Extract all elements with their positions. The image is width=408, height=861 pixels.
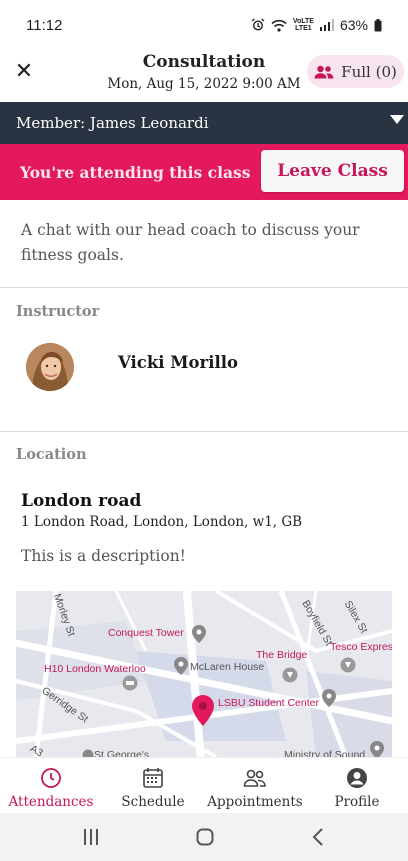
- system-nav-bar: [0, 813, 408, 861]
- map-marker-icon: [322, 689, 336, 707]
- profile-icon: [347, 768, 367, 788]
- network-type: VoLTE LTE1: [292, 18, 314, 32]
- back-icon[interactable]: [312, 828, 324, 846]
- nav-profile[interactable]: Profile: [306, 758, 408, 813]
- location-pin-icon: [192, 695, 214, 726]
- alarm-icon: [251, 18, 265, 31]
- map-label: LSBU Student Center: [218, 697, 319, 709]
- close-icon: ✕: [14, 59, 34, 84]
- leave-class-button[interactable]: Leave Class: [261, 150, 404, 192]
- close-button[interactable]: ✕: [12, 60, 36, 84]
- divider: [0, 431, 408, 432]
- clock-icon: [41, 768, 61, 788]
- attendance-status: You're attending this class: [20, 162, 251, 182]
- map-label: Ministry of Sound: [284, 749, 366, 757]
- member-selector[interactable]: Member: James Leonardi: [0, 102, 408, 144]
- map-label: Conquest Tower: [108, 627, 184, 639]
- poi-marker-icon: [340, 657, 356, 673]
- location-address: 1 London Road, London, London, w1, GB: [21, 514, 303, 530]
- bottom-nav: Attendances Schedule Appointments Profil…: [0, 757, 408, 813]
- capacity-badge[interactable]: Full (0): [307, 55, 404, 88]
- recent-apps-icon[interactable]: [83, 828, 99, 846]
- instructor-section-label: Instructor: [16, 303, 100, 320]
- status-time: 11:12: [26, 16, 63, 34]
- map-label: The Bridge: [256, 649, 308, 661]
- nav-attendances[interactable]: Attendances: [0, 758, 102, 813]
- class-description: A chat with our head coach to discuss yo…: [21, 221, 360, 264]
- map-label: McLaren House: [190, 661, 265, 673]
- location-description: This is a description!: [21, 547, 186, 565]
- map-label: Tesco Expres: [330, 641, 392, 653]
- signal-icon: [319, 19, 334, 31]
- map-marker-icon: [82, 749, 94, 757]
- home-icon[interactable]: [196, 828, 214, 846]
- class-date: Mon, Aug 15, 2022 9:00 AM: [107, 76, 301, 92]
- map-marker-icon: [192, 625, 206, 643]
- status-bar: 11:12 VoLTE LTE1 63%: [0, 0, 408, 50]
- divider: [0, 287, 408, 288]
- map-marker-icon: [370, 741, 384, 757]
- map-label: St George's: [94, 749, 150, 757]
- attendance-banner: You're attending this class Leave Class: [0, 144, 408, 200]
- map-marker-icon: [174, 657, 188, 675]
- nav-label: Profile: [334, 794, 380, 810]
- instructor-avatar: [26, 343, 74, 391]
- capacity-label: Full (0): [341, 62, 397, 81]
- battery-icon: [374, 18, 382, 31]
- member-label: Member: James Leonardi: [16, 114, 209, 132]
- location-map[interactable]: Morley St Boyfield St Silex St Gerridge …: [16, 591, 392, 757]
- status-icons: VoLTE LTE1 63%: [251, 17, 382, 33]
- app-header: ✕ Consultation Mon, Aug 15, 2022 9:00 AM…: [0, 50, 408, 102]
- nav-label: Appointments: [207, 794, 303, 810]
- caret-down-icon: [390, 115, 404, 124]
- wifi-icon: [271, 19, 287, 32]
- people-icon: [243, 769, 266, 787]
- location-section-label: Location: [16, 446, 87, 463]
- nav-label: Schedule: [121, 794, 185, 810]
- hotel-marker-icon: [122, 675, 138, 691]
- instructor-name: Vicki Morillo: [118, 353, 239, 372]
- battery-percent: 63%: [339, 17, 368, 33]
- calendar-icon: [143, 768, 163, 788]
- poi-marker-icon: [282, 667, 298, 683]
- people-icon: [314, 65, 334, 78]
- nav-label: Attendances: [8, 794, 94, 810]
- nav-schedule[interactable]: Schedule: [102, 758, 204, 813]
- location-name: London road: [21, 491, 142, 511]
- nav-appointments[interactable]: Appointments: [204, 758, 306, 813]
- map-label: H10 London Waterloo: [44, 663, 146, 675]
- class-title: Consultation: [142, 52, 266, 72]
